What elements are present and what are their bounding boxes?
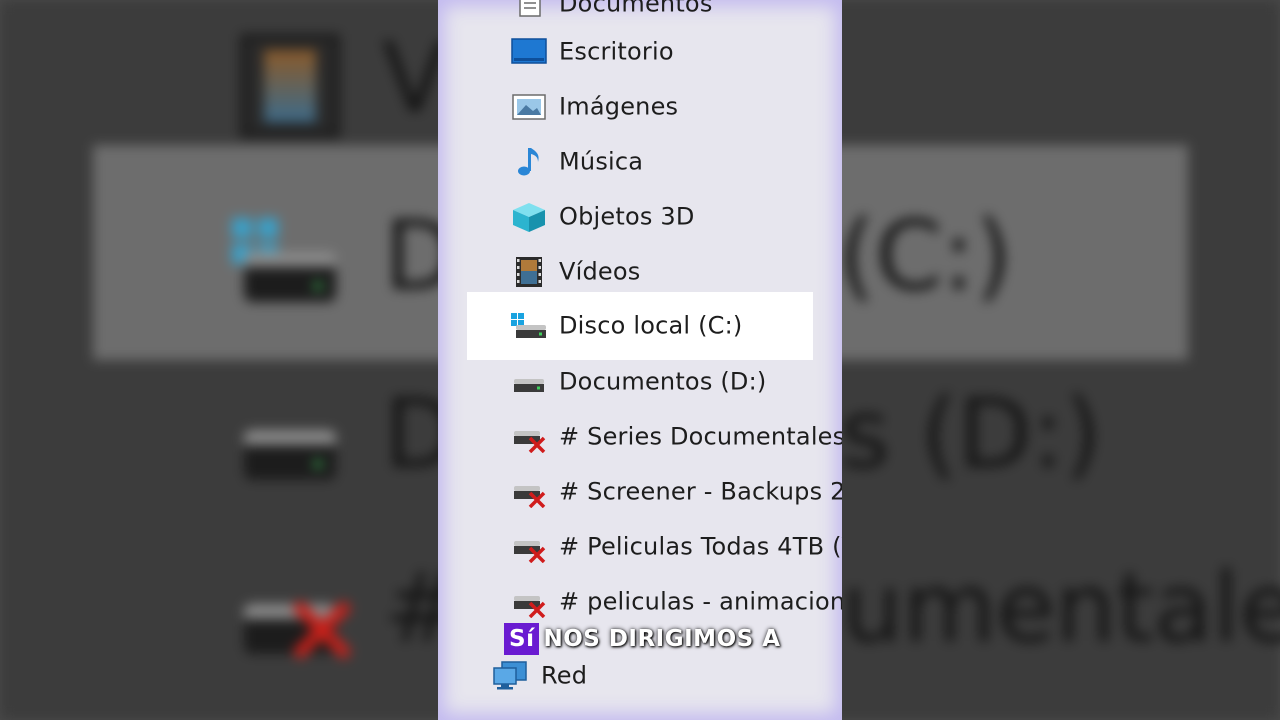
nav-item-imagenes[interactable]: Imágenes [438,79,842,134]
nav-item-label: # Series Documentales 2 [559,421,842,450]
video-frame: V D (C:) D s (D:) # umentales 2 Document… [0,0,1280,720]
nav-item-label: Objetos 3D [559,201,695,230]
nav-item-label: Disco local (C:) [559,311,743,340]
drive-icon [510,366,548,398]
desktop-icon [510,36,548,68]
nav-item-label: Vídeos [559,256,641,285]
background-drive-icon [244,252,336,302]
nav-item-peliculas-todas[interactable]: # Peliculas Todas 4TB (Y [438,519,842,574]
nav-item-label: Música [559,146,644,175]
background-drive-icon [244,430,336,480]
disconnected-drive-icon [510,421,548,453]
caption-text: NOS DIRIGIMOS A [543,626,781,652]
network-icon [492,660,530,692]
navigation-pane[interactable]: Documentos Escritorio Imágenes Música Ob… [438,0,842,720]
nav-item-screener-backups[interactable]: # Screener - Backups 2T [438,464,842,519]
document-icon [510,0,548,20]
nav-item-documentos-d[interactable]: Documentos (D:) [438,354,842,409]
nav-item-escritorio[interactable]: Escritorio [438,24,842,79]
disconnected-drive-icon [510,586,548,618]
3d-objects-icon [510,201,548,233]
disconnected-drive-icon [510,476,548,508]
background-text: s (D:) [840,378,1102,490]
caption-highlight-word: Sí [504,623,540,655]
nav-item-label: Imágenes [559,91,679,120]
video-caption: Sí NOS DIRIGIMOS A [504,620,781,658]
nav-item-label: Red [541,660,588,689]
nav-item-musica[interactable]: Música [438,134,842,189]
music-icon [510,146,548,178]
nav-item-objetos-3d[interactable]: Objetos 3D [438,189,842,244]
nav-item-videos[interactable]: Vídeos [438,244,842,299]
nav-item-disco-local-c[interactable]: Disco local (C:) [467,292,813,360]
videos-icon [510,256,548,288]
background-text: umentales 2 [842,552,1280,664]
nav-item-label: # Screener - Backups 2T [559,476,842,505]
nav-item-label: Documentos [559,0,713,17]
nav-item-label: # peliculas - animacion [559,586,842,615]
nav-item-label: Escritorio [559,36,674,65]
disconnected-drive-icon [510,531,548,563]
windows-drive-icon [510,310,548,342]
nav-item-series-documentales[interactable]: # Series Documentales 2 [438,409,842,464]
background-disconnected-icon [288,598,352,662]
nav-item-label: Documentos (D:) [559,366,767,395]
pictures-icon [510,91,548,123]
background-text: (C:) [838,200,1013,312]
nav-item-label: # Peliculas Todas 4TB (Y [559,531,842,560]
background-videos-icon [240,34,340,138]
